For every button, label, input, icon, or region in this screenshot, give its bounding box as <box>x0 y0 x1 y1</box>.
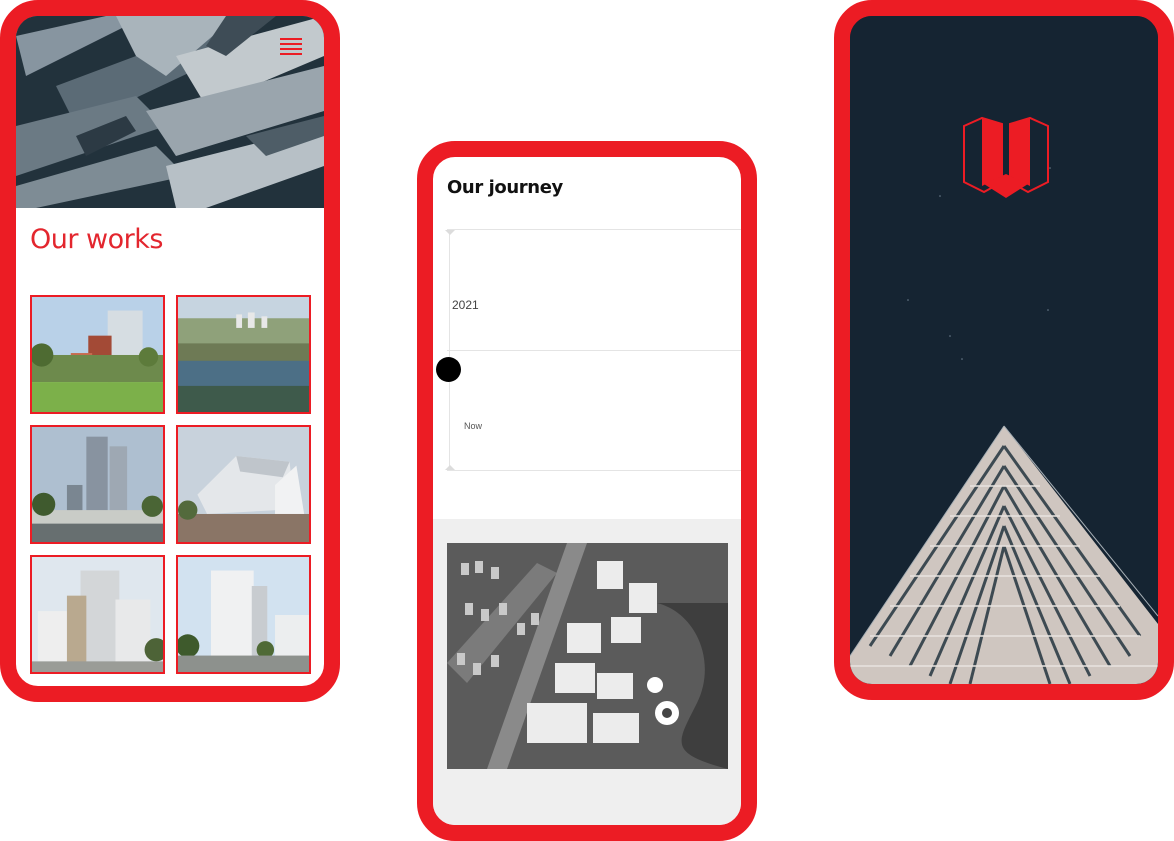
hamburger-menu-icon[interactable] <box>280 38 302 55</box>
splash-phone-screen <box>834 0 1174 700</box>
timeline-start-arrow-icon <box>445 230 455 235</box>
page-title: Our works <box>30 224 163 255</box>
project-thumbnail-5[interactable] <box>30 555 165 674</box>
timeline-handle[interactable] <box>436 357 461 382</box>
timeline-track <box>449 231 450 471</box>
timeline-item-label: Now <box>464 421 483 431</box>
works-phone-screen: Our works <box>0 0 340 702</box>
divider <box>447 350 741 351</box>
hero-image <box>16 16 324 208</box>
brand-logo-icon <box>963 116 1049 198</box>
divider <box>447 229 741 230</box>
timeline-item-label: 2021 <box>452 298 479 312</box>
project-thumbnail-1[interactable] <box>30 295 165 414</box>
site-map-image[interactable] <box>447 543 728 769</box>
map-section <box>433 519 741 825</box>
project-thumbnail-2[interactable] <box>176 295 311 414</box>
project-thumbnail-3[interactable] <box>30 425 165 544</box>
divider <box>447 470 741 471</box>
journey-phone-screen: Our journey 2021 Now <box>417 141 757 841</box>
project-thumbnail-6[interactable] <box>176 555 311 674</box>
project-thumbnail-4[interactable] <box>176 425 311 544</box>
page-title: Our journey <box>447 177 563 198</box>
